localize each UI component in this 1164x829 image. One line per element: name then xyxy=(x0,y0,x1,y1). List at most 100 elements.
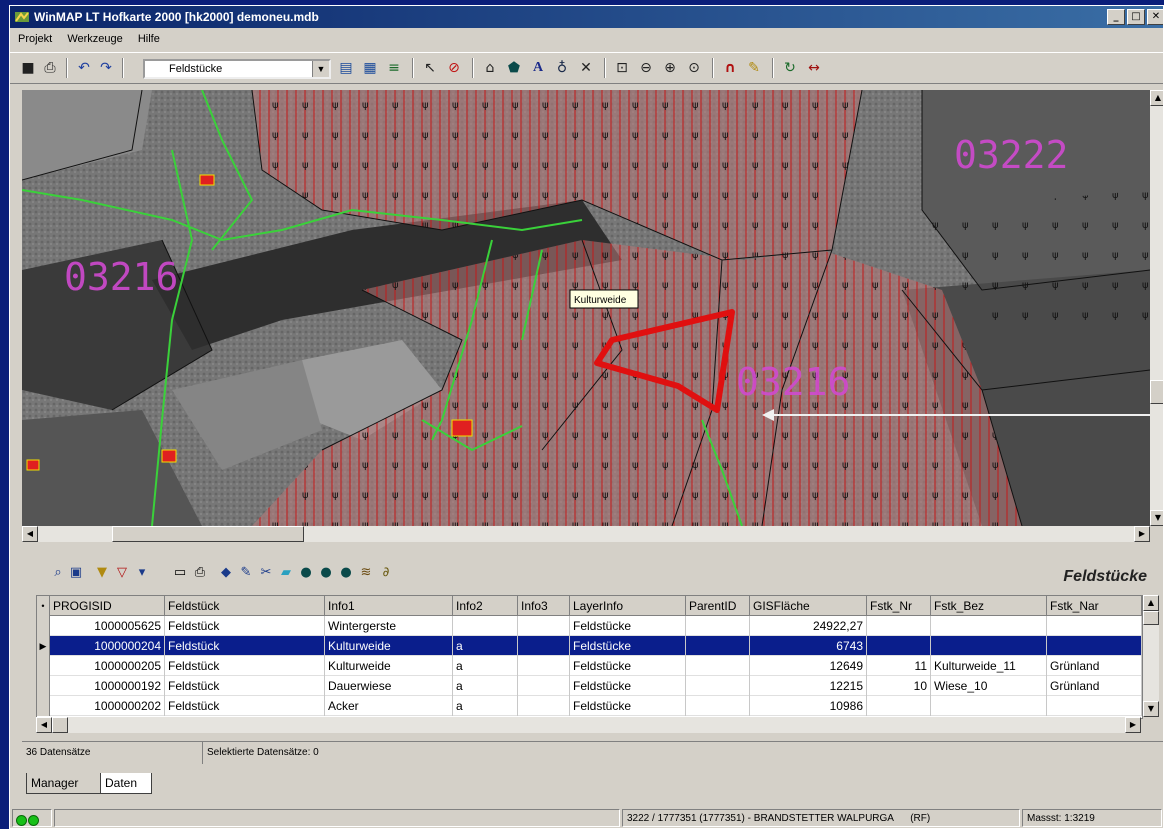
scroll-left-icon[interactable]: ◀ xyxy=(36,717,52,733)
undo-icon[interactable]: ↶ xyxy=(74,58,94,78)
column-header[interactable]: Fstk_Nar xyxy=(1047,596,1142,616)
table-cell[interactable]: Feldstücke xyxy=(570,676,686,696)
column-header[interactable]: Info3 xyxy=(518,596,570,616)
highlight-1-icon[interactable]: ● xyxy=(298,565,314,581)
menu-hilfe[interactable]: Hilfe xyxy=(138,33,160,45)
table-cell[interactable]: Feldstück xyxy=(165,676,325,696)
menu-projekt[interactable]: Projekt xyxy=(18,33,52,45)
table-cell[interactable]: Feldstücke xyxy=(570,696,686,716)
scroll-right-icon[interactable]: ▶ xyxy=(1134,526,1150,542)
zoom-out-icon[interactable]: ⊖ xyxy=(636,58,656,78)
table-cell[interactable]: Feldstück xyxy=(165,636,325,656)
table-cell[interactable] xyxy=(931,616,1047,636)
row-selector[interactable] xyxy=(37,696,50,716)
table-cell[interactable]: a xyxy=(453,696,518,716)
table-cell[interactable]: Grünland xyxy=(1047,676,1142,696)
filter-remove-icon[interactable]: ▽ xyxy=(114,565,130,581)
table-cell[interactable]: Wiese_10 xyxy=(931,676,1047,696)
find-record-icon[interactable]: ⌕ xyxy=(50,565,66,581)
tab-manager[interactable]: Manager xyxy=(26,773,102,794)
table-cell[interactable]: 1000000205 xyxy=(50,656,165,676)
highlight-2-icon[interactable]: ● xyxy=(318,565,334,581)
table-cell[interactable] xyxy=(686,616,750,636)
table-cell[interactable] xyxy=(931,696,1047,716)
text-tool-icon[interactable]: A xyxy=(528,58,548,78)
table-cell[interactable] xyxy=(518,636,570,656)
map-canvas[interactable]: ψ xyxy=(22,90,1150,526)
table-cell[interactable] xyxy=(867,616,931,636)
table-cell[interactable]: Feldstück xyxy=(165,616,325,636)
column-header[interactable]: GISFläche xyxy=(750,596,867,616)
delete-icon[interactable]: ✕ xyxy=(576,58,596,78)
no-select-icon[interactable]: ⊘ xyxy=(444,58,464,78)
scroll-thumb[interactable] xyxy=(1150,380,1163,404)
scroll-thumb[interactable] xyxy=(1143,611,1159,625)
table-row[interactable]: ▶ 1000000204 Feldstück Kulturweide a Feldstüc… xyxy=(37,636,1142,656)
filter-selection-icon[interactable]: ▾ xyxy=(134,565,150,581)
select-arrow-icon[interactable]: ↖ xyxy=(420,58,440,78)
scroll-right-icon[interactable]: ▶ xyxy=(1125,717,1141,733)
table-cell[interactable]: 24922,27 xyxy=(750,616,867,636)
edit-record-icon[interactable]: ✎ xyxy=(238,565,254,581)
close-button[interactable]: ✕ xyxy=(1147,9,1163,25)
table-cell[interactable] xyxy=(1047,616,1142,636)
scroll-down-icon[interactable]: ▼ xyxy=(1143,701,1159,717)
table-cell[interactable]: Feldstücke xyxy=(570,616,686,636)
column-header[interactable]: Feldstück xyxy=(165,596,325,616)
scroll-thumb[interactable] xyxy=(112,526,304,542)
refresh-icon[interactable]: ↻ xyxy=(780,58,800,78)
table-row[interactable]: 1000000205 Feldstück Kulturweide a Feldstück… xyxy=(37,656,1142,676)
fill-shape-icon[interactable]: ⬟ xyxy=(504,58,524,78)
table-cell[interactable] xyxy=(686,676,750,696)
table-cell[interactable]: Kulturweide xyxy=(325,656,453,676)
scroll-up-icon[interactable]: ▲ xyxy=(1150,90,1163,106)
maximize-button[interactable]: □ xyxy=(1127,9,1145,25)
column-header[interactable]: Info1 xyxy=(325,596,453,616)
table-row[interactable]: 1000000192 Feldstück Dauerwiese a Feldstücke… xyxy=(37,676,1142,696)
table-cell[interactable] xyxy=(518,616,570,636)
table-cell[interactable] xyxy=(686,696,750,716)
zoom-window-icon[interactable]: ⊙ xyxy=(684,58,704,78)
row-selector[interactable] xyxy=(37,616,50,636)
table-cell[interactable]: 1000005625 xyxy=(50,616,165,636)
column-header[interactable]: Fstk_Bez xyxy=(931,596,1047,616)
table-cell[interactable]: 6743 xyxy=(750,636,867,656)
table-horizontal-scrollbar[interactable]: ◀ ▶ xyxy=(36,717,1141,733)
attach-icon[interactable]: ∂ xyxy=(378,565,394,581)
highlight-3-icon[interactable]: ● xyxy=(338,565,354,581)
table-cell[interactable]: Feldstücke xyxy=(570,636,686,656)
menu-werkzeuge[interactable]: Werkzeuge xyxy=(67,33,122,45)
table-row[interactable]: 1000005625 Feldstück Wintergerste Feldstück… xyxy=(37,616,1142,636)
table-cell[interactable] xyxy=(1047,636,1142,656)
table-cell[interactable]: 1000000192 xyxy=(50,676,165,696)
column-header[interactable]: Info2 xyxy=(453,596,518,616)
scroll-up-icon[interactable]: ▲ xyxy=(1143,595,1159,611)
table-cell[interactable]: 12215 xyxy=(750,676,867,696)
tab-daten[interactable]: Daten xyxy=(100,773,152,794)
table-cell[interactable]: a xyxy=(453,656,518,676)
table-vertical-scrollbar[interactable]: ▲ ▼ xyxy=(1143,595,1159,717)
table-cell[interactable]: 12649 xyxy=(750,656,867,676)
ruler-icon[interactable]: ✎ xyxy=(744,58,764,78)
export-icon[interactable]: ▰ xyxy=(278,565,294,581)
table-cell[interactable]: Acker xyxy=(325,696,453,716)
scroll-thumb[interactable] xyxy=(52,717,68,733)
zoom-in-icon[interactable]: ⊕ xyxy=(660,58,680,78)
layer-select[interactable]: Feldstücke ▼ xyxy=(143,59,331,79)
table-view-icon[interactable]: ▭ xyxy=(172,565,188,581)
table-cell[interactable] xyxy=(1047,696,1142,716)
table-cell[interactable]: Feldstück xyxy=(165,656,325,676)
table-cell[interactable]: Kulturweide xyxy=(325,636,453,656)
table-cell[interactable]: Feldstücke xyxy=(570,656,686,676)
magnet-icon[interactable]: ∩ xyxy=(720,58,740,78)
table-cell[interactable]: 1000000202 xyxy=(50,696,165,716)
save-icon[interactable]: ■ xyxy=(18,58,38,78)
cut-icon[interactable]: ✂ xyxy=(258,565,274,581)
table-cell[interactable] xyxy=(453,616,518,636)
table-cell[interactable] xyxy=(686,636,750,656)
map-horizontal-scrollbar[interactable]: ◀ ▶ xyxy=(22,526,1150,542)
table-cell[interactable]: 1000000204 xyxy=(50,636,165,656)
layer-edit-icon[interactable]: ▦ xyxy=(360,58,380,78)
table-cell[interactable]: Wintergerste xyxy=(325,616,453,636)
row-selector[interactable] xyxy=(37,656,50,676)
